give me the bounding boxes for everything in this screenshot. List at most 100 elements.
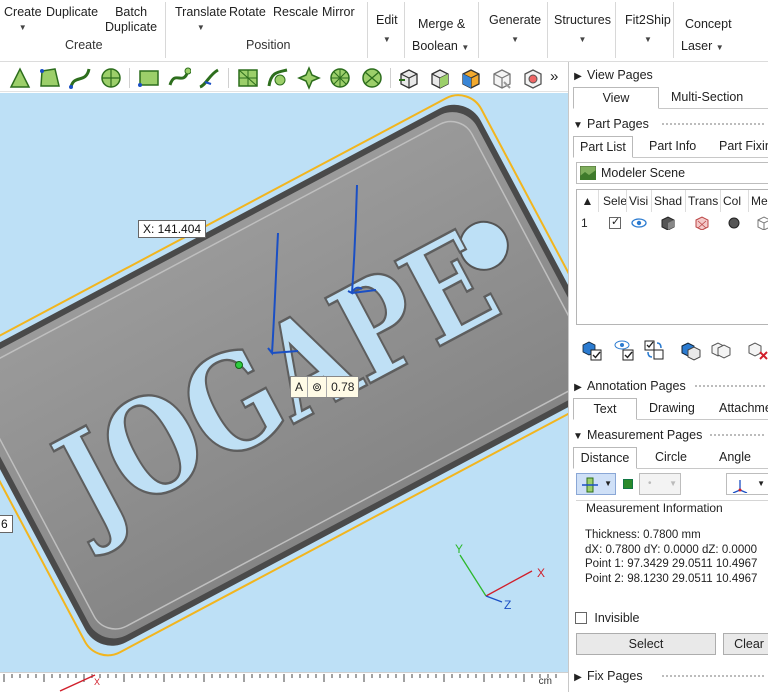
row-select-checkbox[interactable] bbox=[609, 215, 621, 229]
tab-multi-section[interactable]: Multi-Section bbox=[665, 87, 749, 109]
measure-mode-dropdown[interactable]: ▼ bbox=[576, 473, 616, 495]
sweep-tool-icon[interactable] bbox=[197, 66, 221, 90]
part-pages-label: Part Pages bbox=[587, 117, 649, 131]
tab-angle[interactable]: Angle bbox=[713, 447, 757, 469]
rotate-button[interactable]: Rotate bbox=[229, 5, 266, 20]
ribbon-divider bbox=[615, 2, 616, 58]
create-button[interactable]: Create ▼ bbox=[4, 5, 42, 35]
table-row[interactable]: 1 bbox=[577, 212, 768, 234]
clear-button[interactable]: Clear bbox=[723, 633, 768, 655]
tab-part-fixing[interactable]: Part Fixing bbox=[713, 136, 768, 158]
column-header-visible[interactable]: Visi bbox=[627, 190, 652, 212]
fit2ship-button[interactable]: Fit2Ship ▼ bbox=[625, 13, 671, 47]
thickness-edit-box[interactable]: A ⊚ 0.78 bbox=[290, 376, 360, 398]
column-header-shade[interactable]: Shad bbox=[652, 190, 686, 212]
tab-attachment[interactable]: Attachment bbox=[713, 398, 768, 420]
expanded-arrow-icon: ▼ bbox=[573, 431, 583, 442]
edit-button[interactable]: Edit ▼ bbox=[376, 13, 398, 47]
duplicate-button[interactable]: Duplicate bbox=[46, 5, 98, 20]
solid-shade-icon[interactable] bbox=[428, 66, 452, 90]
group-create-label: Create bbox=[65, 38, 103, 52]
thickness-value[interactable]: 0.78 bbox=[327, 377, 358, 397]
view-pages-header[interactable]: ▶ View Pages bbox=[569, 64, 768, 86]
annotation-pages-header[interactable]: ▶ Annotation Pages bbox=[569, 375, 768, 397]
annotation-tabs: Text Drawing Attachment bbox=[573, 398, 768, 420]
merge-boolean-button[interactable]: Merge & Boolean ▼ bbox=[412, 13, 469, 59]
column-header-transparency[interactable]: Trans bbox=[686, 190, 721, 212]
axis-z-label: Z bbox=[504, 598, 511, 612]
toolbar: » bbox=[0, 62, 568, 92]
transparency-cube-icon[interactable] bbox=[695, 216, 709, 230]
solid-color-icon[interactable] bbox=[459, 66, 483, 90]
column-header-select[interactable]: Sele bbox=[601, 190, 627, 212]
mirror-button[interactable]: Mirror bbox=[322, 5, 355, 20]
measurement-pages-header[interactable]: ▼ Measurement Pages bbox=[569, 424, 768, 446]
surface-rect-icon[interactable] bbox=[137, 66, 161, 90]
invisible-checkbox[interactable] bbox=[575, 611, 587, 624]
shade-cube-icon[interactable] bbox=[661, 216, 675, 230]
snap-marker-icon[interactable] bbox=[623, 479, 633, 489]
patch-tool-icon[interactable] bbox=[297, 66, 321, 90]
mesh-cube-icon[interactable] bbox=[757, 216, 768, 230]
polygon-tool-icon[interactable] bbox=[38, 66, 62, 90]
point2-text: Point 2: 98.1230 29.0511 10.4967 bbox=[585, 572, 758, 585]
ribbon-divider bbox=[367, 2, 368, 58]
generate-button[interactable]: Generate ▼ bbox=[489, 13, 541, 47]
measurement-tabs: Distance Circle Angle bbox=[573, 447, 768, 469]
panel-grip bbox=[661, 674, 765, 679]
3d-viewport[interactable]: JOGAPE Y X Z X: 141.404 6 A ⊚ 0.78 X cm bbox=[0, 93, 568, 692]
boolean-label-row: Boolean ▼ bbox=[412, 35, 469, 59]
tab-drawing[interactable]: Drawing bbox=[643, 398, 701, 420]
select-all-parts-icon[interactable] bbox=[581, 339, 603, 361]
loft-tool-icon[interactable] bbox=[167, 66, 191, 90]
sort-arrow-icon[interactable]: ▲ bbox=[577, 190, 599, 212]
snap-dot-icon: • bbox=[648, 478, 652, 489]
structures-button[interactable]: Structures ▼ bbox=[554, 13, 611, 47]
snap-dropdown[interactable]: • ▼ bbox=[639, 473, 681, 495]
color-swatch-icon[interactable] bbox=[728, 217, 740, 229]
rescale-button[interactable]: Rescale bbox=[273, 5, 318, 20]
blend-tool-icon[interactable] bbox=[266, 66, 290, 90]
toolbar-overflow-button[interactable]: » bbox=[550, 68, 558, 85]
merge-label: Merge & bbox=[418, 17, 466, 31]
tab-part-list[interactable]: Part List bbox=[573, 136, 633, 158]
radial-surface-icon[interactable] bbox=[328, 66, 352, 90]
caret-down-icon: ▼ bbox=[578, 35, 587, 44]
caret-down-icon: ▼ bbox=[461, 43, 470, 52]
solid-remove-icon[interactable] bbox=[521, 66, 545, 90]
invisible-checkbox-row[interactable]: Invisible bbox=[575, 610, 640, 626]
axis-dropdown[interactable]: ▼ bbox=[726, 473, 768, 495]
fix-pages-header[interactable]: ▶ Fix Pages bbox=[569, 665, 768, 687]
part-tabs: Part List Part Info Part Fixing bbox=[573, 136, 768, 158]
select-button[interactable]: Select bbox=[576, 633, 716, 655]
scene-canvas[interactable]: JOGAPE Y X Z bbox=[0, 93, 568, 673]
group-position-label: Position bbox=[246, 38, 291, 52]
cap-surface-icon[interactable] bbox=[360, 66, 384, 90]
toggle-select-icon[interactable] bbox=[643, 339, 665, 361]
tab-part-info[interactable]: Part Info bbox=[643, 136, 702, 158]
show-all-parts-icon[interactable] bbox=[613, 339, 635, 361]
select-triangle-icon[interactable] bbox=[8, 66, 32, 90]
part-pages-header[interactable]: ▼ Part Pages bbox=[569, 113, 768, 135]
tab-view[interactable]: View bbox=[573, 87, 659, 109]
concept-laser-button[interactable]: Concept Laser ▼ bbox=[681, 13, 732, 59]
part-list-grid: ▲ Sele Visi Shad Trans Col Me 1 bbox=[576, 189, 768, 325]
group-parts-icon[interactable] bbox=[710, 339, 732, 361]
revolve-tool-icon[interactable] bbox=[99, 66, 123, 90]
batch-duplicate-button[interactable]: Batch Duplicate bbox=[105, 5, 157, 35]
tab-text[interactable]: Text bbox=[573, 398, 637, 420]
tab-distance[interactable]: Distance bbox=[573, 447, 637, 469]
curve-tool-icon[interactable] bbox=[68, 66, 92, 90]
solid-box-icon[interactable] bbox=[397, 66, 421, 90]
duplicate-parts-icon[interactable] bbox=[680, 339, 702, 361]
solid-wire-icon[interactable] bbox=[490, 66, 514, 90]
mesh-grid-icon[interactable] bbox=[236, 66, 260, 90]
tab-circle[interactable]: Circle bbox=[649, 447, 693, 469]
scene-selector[interactable]: Modeler Scene bbox=[576, 162, 768, 184]
column-header-color[interactable]: Col bbox=[721, 190, 749, 212]
delete-part-icon[interactable] bbox=[747, 339, 768, 361]
translate-button[interactable]: Translate ▼ bbox=[175, 5, 227, 35]
column-header-mesh[interactable]: Me bbox=[749, 190, 768, 212]
part-plate[interactable]: JOGAPE bbox=[0, 93, 568, 664]
eye-icon[interactable] bbox=[631, 217, 647, 229]
